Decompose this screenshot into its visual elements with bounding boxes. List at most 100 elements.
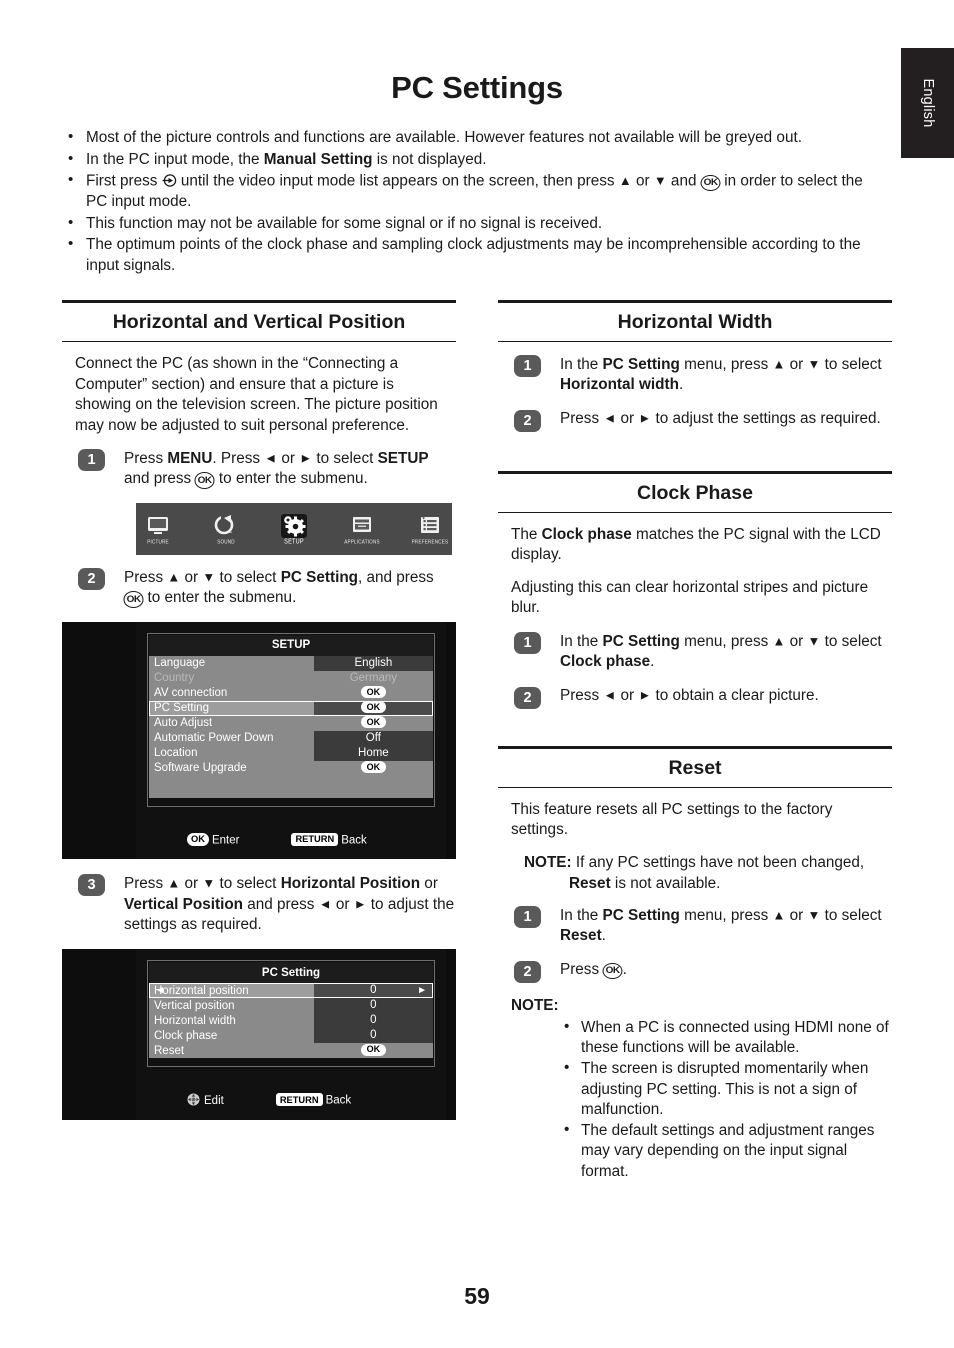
osd-row[interactable]: Software Upgrade OK [149, 761, 433, 776]
osd-row-label: Clock phase [154, 1029, 218, 1042]
step-text: In the PC Setting menu, press ▲ or ▼ to … [560, 355, 882, 394]
osd-footer-label: Back [325, 1094, 352, 1107]
osd-pc-setting-screenshot: PC Setting Horizontal position ◄ 0 ► Vertica… [62, 949, 456, 1121]
reset-note-bullet-list: When a PC is connected using HDMI none o… [498, 1017, 892, 1183]
osd-menu-item-applications[interactable]: APPLICATIONS [340, 514, 384, 545]
osd-setup-panel: SETUP Language English Country Germany AV co… [136, 621, 446, 860]
step-text: Press OK. [560, 960, 627, 980]
svg-text:c: c [229, 528, 233, 535]
osd-row[interactable]: Country Germany [149, 671, 433, 686]
step-item: 1 In the PC Setting menu, press ▲ or ▼ t… [498, 354, 892, 396]
intro-bullet-list: Most of the picture controls and functio… [62, 127, 878, 277]
ok-chip[interactable]: OK [360, 761, 387, 774]
ok-chip[interactable]: OK [360, 686, 387, 699]
osd-row[interactable]: Automatic Power Down Off [149, 730, 433, 746]
osd-setup-menu-screenshot: SETUP Language English Country Germany AV co… [62, 621, 456, 860]
osd-row[interactable]: AV connection OK [149, 686, 433, 701]
page-number: 59 [464, 1283, 490, 1309]
osd-footer-hint: RETURN Back [291, 832, 367, 846]
section-clock-phase: Clock Phase The Clock phase matches the … [498, 470, 892, 714]
ok-chip[interactable]: OK [360, 1043, 387, 1056]
section-horizontal-width: Horizontal Width 1 In the PC Setting men… [498, 300, 892, 437]
intro-bullet: Most of the picture controls and functio… [62, 127, 878, 149]
osd-row-value: 0 [313, 998, 433, 1014]
gear-icon [281, 513, 307, 538]
language-tab-label: English [919, 78, 936, 128]
note-label: NOTE: [524, 853, 572, 871]
step-number: 1 [514, 632, 541, 655]
step-text: Press ◄ or ► to obtain a clear picture. [560, 687, 819, 705]
osd-row[interactable]: Reset OK [149, 1043, 433, 1058]
intro-bullet: This function may not be available for s… [62, 213, 878, 235]
osd-footer-label: Edit [204, 1095, 224, 1108]
step-item: 1 In the PC Setting menu, press ▲ or ▼ t… [498, 905, 892, 947]
section-intro-text-2: Adjusting this can clear horizontal stri… [511, 578, 869, 617]
osd-pc-bottom-strip [149, 1058, 433, 1066]
section-heading: Horizontal Width [498, 300, 892, 342]
step-number: 2 [78, 568, 105, 591]
osd-menu-item-label: PREFERENCES [411, 538, 449, 545]
osd-row[interactable]: Language English [149, 655, 433, 671]
step-text: In the PC Setting menu, press ▲ or ▼ to … [560, 906, 882, 945]
note-bullet: The screen is disrupted momentarily when… [564, 1058, 892, 1121]
ok-chip[interactable]: OK [360, 701, 387, 714]
osd-menu-item-label: SOUND [217, 538, 235, 545]
osd-row-value: OK [314, 761, 433, 776]
osd-footer-hint: RETURN Back [275, 1093, 352, 1107]
note-bullet: When a PC is connected using HDMI none o… [564, 1017, 892, 1059]
osd-pc-setting-footer: Edit RETURN Back [147, 1067, 435, 1111]
osd-row[interactable]: Horizontal width 0 [149, 1013, 433, 1029]
osd-row-value: OK [314, 716, 433, 731]
section-intro-text: Connect the PC (as shown in the “Connect… [75, 355, 438, 434]
osd-row-label: Country [154, 672, 195, 685]
osd-row-label: Auto Adjust [154, 717, 213, 730]
osd-row[interactable]: Horizontal position ◄ 0 ► [149, 983, 433, 999]
key-chip: RETURN [275, 1093, 323, 1107]
input-source-icon [162, 173, 177, 188]
step-text: Press ▲ or ▼ to select Horizontal Positi… [124, 874, 455, 934]
step-item: 2 Press OK. [498, 960, 892, 988]
osd-row-value: ◄ 0 ► [155, 983, 433, 999]
left-arrow-icon[interactable]: ◄ [155, 983, 165, 998]
step-number: 2 [514, 960, 541, 983]
step-number: 3 [78, 874, 105, 897]
reset-note-heading: NOTE: [511, 996, 559, 1014]
osd-row[interactable]: Vertical position 0 [149, 998, 433, 1014]
window-app-icon [349, 514, 375, 538]
reset-note: NOTE: If any PC settings have not been c… [498, 853, 892, 894]
osd-row[interactable]: PC Setting OK [149, 700, 433, 716]
section-heading: Reset [498, 745, 892, 788]
osd-menu-item-picture[interactable]: PICTURE [136, 514, 180, 545]
osd-row[interactable]: Location Home [149, 745, 433, 761]
section-heading: Clock Phase [498, 470, 892, 513]
osd-row-label: PC Setting [154, 702, 209, 715]
osd-setup-title: SETUP [149, 634, 433, 656]
ok-chip[interactable]: OK [360, 716, 387, 729]
osd-row[interactable]: Clock phase 0 [149, 1028, 433, 1044]
osd-footer-hint: Edit [187, 1093, 224, 1107]
page-content: PC Settings Most of the picture controls… [62, 0, 892, 1348]
dpad-icon [187, 1093, 200, 1106]
osd-setup-blank-area [149, 775, 433, 798]
osd-setup-rows: Language English Country Germany AV connecti… [149, 655, 433, 776]
osd-footer-hint: OK Enter [187, 832, 239, 846]
osd-menu-item-sound[interactable]: c SOUND [204, 514, 248, 545]
osd-row-label: Reset [154, 1044, 185, 1057]
key-chip: RETURN [291, 832, 339, 846]
osd-menu-item-preferences[interactable]: PREFERENCES [408, 514, 452, 545]
osd-pc-setting-rows: Horizontal position ◄ 0 ► Vertical position 0… [149, 983, 433, 1059]
osd-row-label: Automatic Power Down [154, 732, 274, 745]
right-arrow-icon[interactable]: ► [417, 983, 427, 998]
step-item: 1 In the PC Setting menu, press ▲ or ▼ t… [498, 631, 892, 673]
left-column: Horizontal and Vertical Position Connect… [62, 300, 456, 1134]
osd-menu-item-label: APPLICATIONS [344, 538, 380, 545]
osd-row-value: OK [314, 1043, 433, 1058]
intro-bullet: First press until the video input mode l… [62, 170, 878, 213]
right-column: Horizontal Width 1 In the PC Setting men… [498, 300, 892, 1183]
osd-row[interactable]: Auto Adjust OK [149, 716, 433, 731]
osd-pc-setting-title: PC Setting [149, 962, 433, 984]
osd-menu-item-setup[interactable]: SETUP [272, 513, 316, 546]
osd-menu-item-label: SETUP [284, 537, 304, 546]
osd-menu-item-label: PICTURE [147, 538, 169, 545]
section-heading: Horizontal and Vertical Position [62, 300, 456, 342]
